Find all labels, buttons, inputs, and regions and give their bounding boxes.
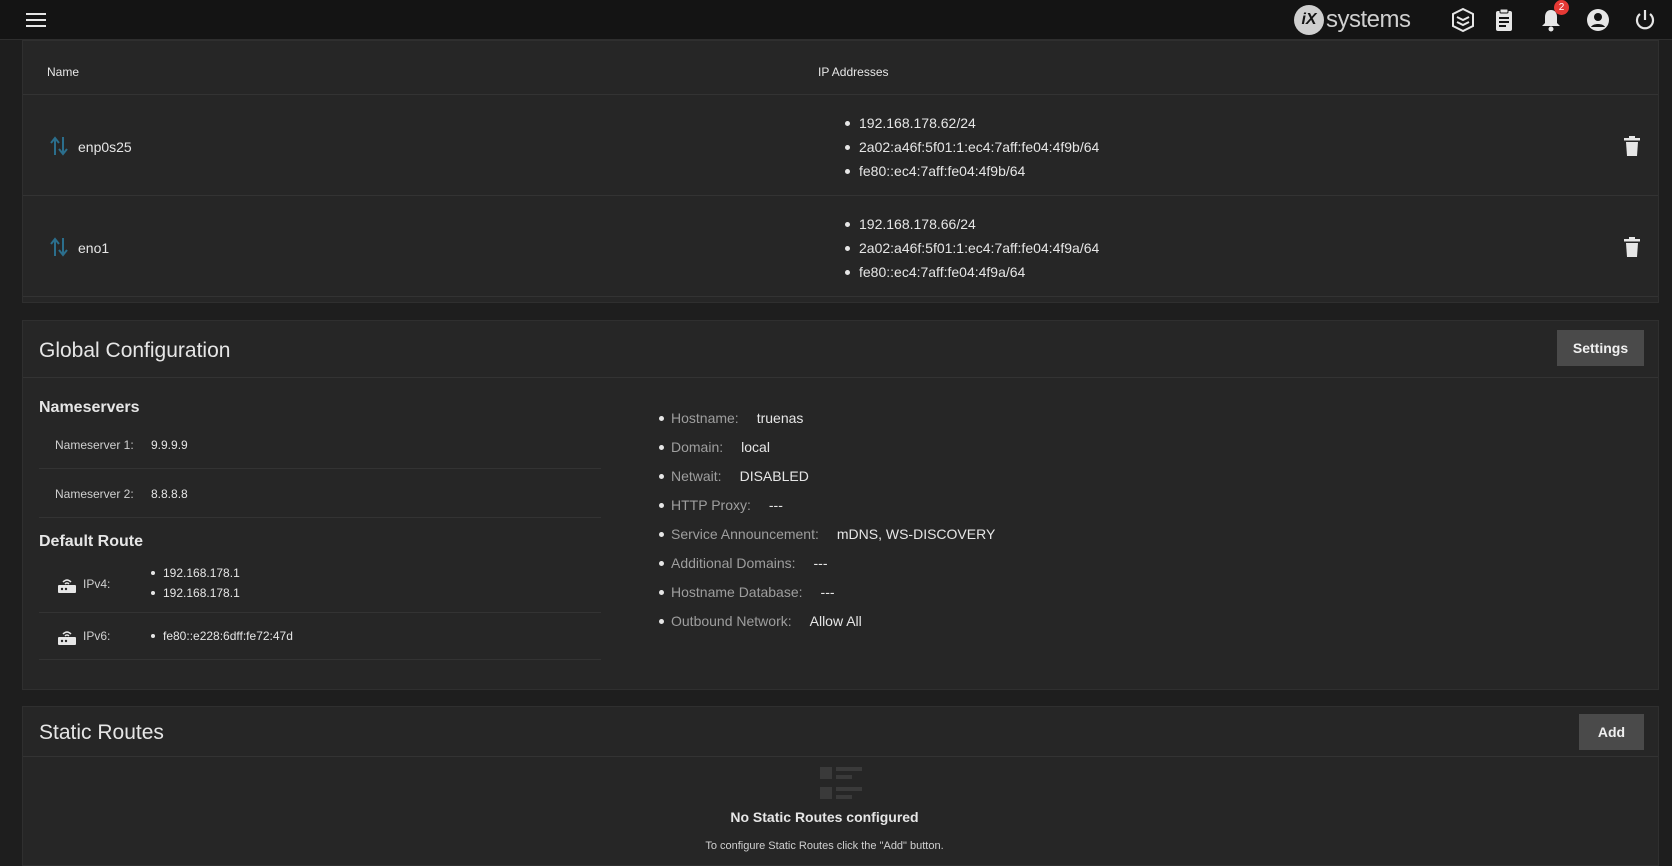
config-value: DISABLED <box>739 468 809 484</box>
default-route-heading: Default Route <box>39 533 143 550</box>
power-icon[interactable] <box>1632 7 1658 33</box>
config-key: Hostname Database: <box>671 584 803 600</box>
ip-address-list: 192.168.178.62/24 2a02:a46f:5f01:1:ec4:7… <box>845 111 1099 183</box>
static-routes-card: Static Routes Add No Static Routes confi… <box>22 706 1659 866</box>
nameserver-row: Nameserver 1: 9.9.9.9 <box>39 421 601 469</box>
config-value: mDNS, WS-DISCOVERY <box>836 526 996 542</box>
add-static-route-button[interactable]: Add <box>1579 714 1644 750</box>
config-item-additional-domains: Additional Domains: --- <box>659 554 995 583</box>
delete-icon[interactable] <box>1623 236 1641 258</box>
config-key: Outbound Network: <box>671 613 792 629</box>
config-item-outbound-network: Outbound Network: Allow All <box>659 612 995 641</box>
ipv6-label: IPv6: <box>83 629 111 643</box>
ipv6-route-row: IPv6: fe80::e228:6dff:fe72:47d <box>39 614 601 660</box>
column-ip-addresses[interactable]: IP Addresses <box>818 65 889 79</box>
router-icon <box>58 631 76 645</box>
card-title: Global Configuration <box>39 339 231 362</box>
ip-address-list: 192.168.178.66/24 2a02:a46f:5f01:1:ec4:7… <box>845 212 1099 284</box>
settings-button[interactable]: Settings <box>1557 330 1644 366</box>
logo-text: systems <box>1326 6 1411 33</box>
interface-name: eno1 <box>78 240 110 256</box>
router-icon <box>58 579 76 593</box>
ixsystems-logo[interactable]: iX systems <box>1294 4 1411 36</box>
nameserver-value: 9.9.9.9 <box>151 438 188 452</box>
ipv4-label: IPv4: <box>83 577 111 591</box>
config-item-domain: Domain: local <box>659 438 995 467</box>
column-name[interactable]: Name <box>47 65 79 79</box>
divider <box>23 377 1658 378</box>
table-row[interactable]: eno1 192.168.178.66/24 2a02:a46f:5f01:1:… <box>23 196 1658 297</box>
config-value: local <box>741 439 770 455</box>
config-value: --- <box>768 497 783 513</box>
network-interface-icon <box>50 237 68 257</box>
config-key: HTTP Proxy: <box>671 497 751 513</box>
ip-address: 192.168.178.66/24 <box>845 212 1099 236</box>
config-key: Service Announcement: <box>671 526 819 542</box>
menu-icon[interactable] <box>26 9 48 31</box>
config-value: truenas <box>756 410 804 426</box>
ipv4-route-row: IPv4: 192.168.178.1 192.168.178.1 <box>39 557 601 613</box>
interfaces-card: Name IP Addresses enp0s25 192.168.178.62… <box>22 40 1659 303</box>
gateway-address: fe80::e228:6dff:fe72:47d <box>151 626 293 646</box>
config-key: Domain: <box>671 439 724 455</box>
gateway-address: 192.168.178.1 <box>151 563 240 583</box>
ix-logo-mark: iX <box>1294 5 1324 35</box>
clipboard-icon[interactable] <box>1491 7 1517 33</box>
config-item-hostname: Hostname: truenas <box>659 409 995 438</box>
ip-address: 2a02:a46f:5f01:1:ec4:7aff:fe04:4f9b/64 <box>845 135 1099 159</box>
global-config-list: Hostname: truenas Domain: local Netwait: DI… <box>659 409 995 641</box>
interfaces-table-header: Name IP Addresses <box>23 41 1658 95</box>
config-item-http-proxy: HTTP Proxy: --- <box>659 496 995 525</box>
ip-address: 192.168.178.62/24 <box>845 111 1099 135</box>
config-item-hostname-database: Hostname Database: --- <box>659 583 995 612</box>
ipv6-gateway-list: fe80::e228:6dff:fe72:47d <box>151 626 293 646</box>
config-key: Hostname: <box>671 410 739 426</box>
account-icon[interactable] <box>1585 7 1611 33</box>
config-value: --- <box>820 584 835 600</box>
config-item-netwait: Netwait: DISABLED <box>659 467 995 496</box>
interface-name: enp0s25 <box>78 139 132 155</box>
config-key: Netwait: <box>671 468 722 484</box>
global-configuration-card: Global Configuration Settings Nameserver… <box>22 320 1659 690</box>
config-item-service-announcement: Service Announcement: mDNS, WS-DISCOVERY <box>659 525 995 554</box>
ipv4-gateway-list: 192.168.178.1 192.168.178.1 <box>151 563 240 603</box>
empty-state-title: No Static Routes configured <box>730 809 919 825</box>
nameserver-row: Nameserver 2: 8.8.8.8 <box>39 470 601 518</box>
ip-address: fe80::ec4:7aff:fe04:4f9a/64 <box>845 260 1099 284</box>
ip-address: 2a02:a46f:5f01:1:ec4:7aff:fe04:4f9a/64 <box>845 236 1099 260</box>
nameserver-label: Nameserver 2: <box>55 487 134 501</box>
ip-address: fe80::ec4:7aff:fe04:4f9b/64 <box>845 159 1099 183</box>
nameserver-value: 8.8.8.8 <box>151 487 188 501</box>
notification-badge: 2 <box>1554 0 1569 15</box>
card-title: Static Routes <box>39 721 164 744</box>
empty-list-icon <box>820 767 862 799</box>
config-value: Allow All <box>809 613 862 629</box>
network-interface-icon <box>50 136 68 156</box>
nameservers-heading: Nameservers <box>39 399 140 416</box>
table-row[interactable]: enp0s25 192.168.178.62/24 2a02:a46f:5f01… <box>23 95 1658 196</box>
nameserver-label: Nameserver 1: <box>55 438 134 452</box>
empty-state-message: To configure Static Routes click the "Ad… <box>705 840 944 852</box>
truecommand-icon[interactable] <box>1450 7 1476 33</box>
config-value: --- <box>813 555 828 571</box>
delete-icon[interactable] <box>1623 135 1641 157</box>
gateway-address: 192.168.178.1 <box>151 583 240 603</box>
config-key: Additional Domains: <box>671 555 796 571</box>
top-toolbar: iX systems 2 <box>0 0 1672 40</box>
divider <box>23 756 1658 757</box>
